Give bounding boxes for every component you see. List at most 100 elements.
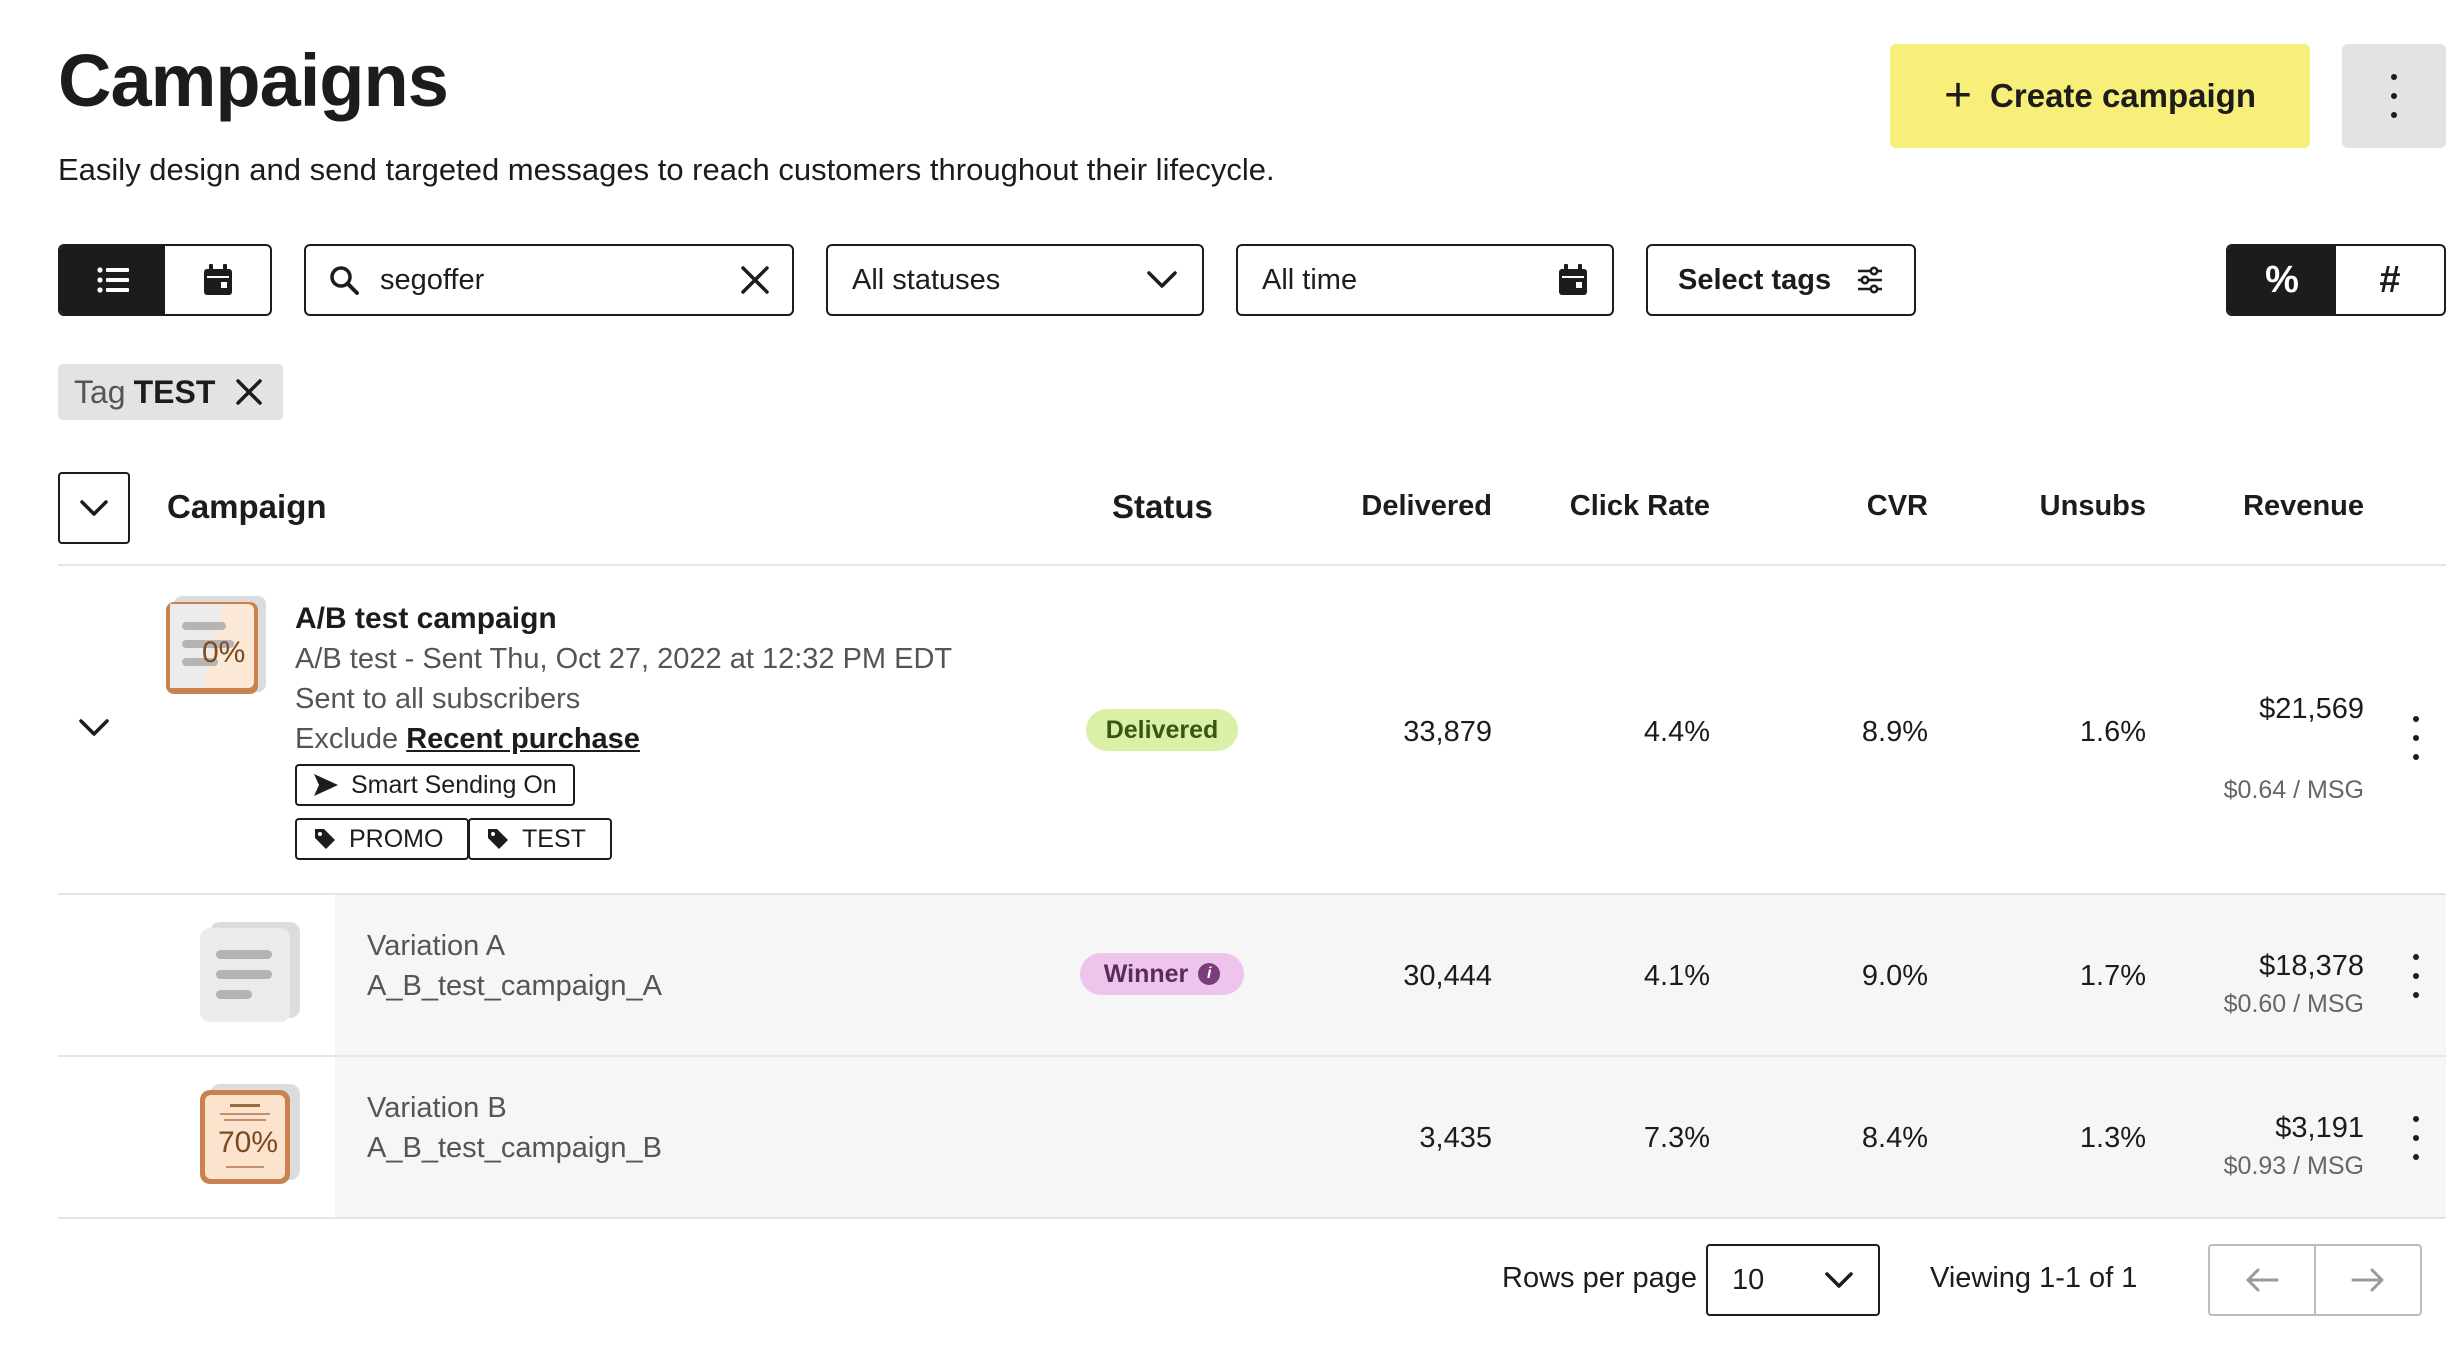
variation-b-thumbnail: 70% <box>196 1080 306 1190</box>
click-rate-value: 7.3% <box>1643 1122 1710 1154</box>
metric-toggle: % # <box>2226 244 2446 316</box>
campaign-audience: Sent to all subscribers <box>295 683 581 715</box>
page-title: Campaigns <box>58 39 449 122</box>
smart-sending-label: Smart Sending On <box>351 770 557 799</box>
tag-icon <box>315 829 335 849</box>
column-header-delivered[interactable]: Delivered <box>1300 490 1492 523</box>
status-filter-value: All statuses <box>852 263 1001 296</box>
delivered-value: 30,444 <box>1403 960 1492 992</box>
chevron-down-icon <box>1825 1272 1853 1288</box>
header-divider <box>58 564 2446 566</box>
campaign-exclude: Exclude Recent purchase <box>295 723 640 756</box>
variation-subject: A_B_test_campaign_A <box>367 970 663 1002</box>
status-filter-select[interactable]: All statuses <box>826 244 1204 316</box>
chevron-down-icon <box>80 500 108 516</box>
page-subtitle: Easily design and send targeted messages… <box>58 152 1275 187</box>
select-tags-label: Select tags <box>1678 263 1832 296</box>
more-options-button[interactable] <box>2342 44 2446 148</box>
remove-tag-icon[interactable] <box>235 378 263 406</box>
status-badge: Delivered <box>1086 709 1238 751</box>
unsubs-value: 1.3% <box>2079 1122 2146 1154</box>
tag-icon <box>488 829 508 849</box>
campaign-sent-info: A/B test - Sent Thu, Oct 27, 2022 at 12:… <box>295 643 953 675</box>
create-campaign-label: Create campaign <box>1990 77 2256 114</box>
clear-search-icon[interactable] <box>740 265 770 295</box>
column-header-campaign[interactable]: Campaign <box>167 488 327 526</box>
arrow-right-icon <box>2351 1268 2384 1292</box>
list-icon <box>96 267 129 293</box>
list-view-button[interactable] <box>60 246 165 314</box>
pagination-summary: Viewing 1-1 of 1 <box>1930 1262 2138 1294</box>
tag-filter-key: Tag <box>74 373 126 410</box>
arrow-left-icon <box>2246 1268 2279 1292</box>
view-toggle <box>58 244 272 316</box>
winner-badge: Winner i <box>1080 953 1244 995</box>
row-divider <box>58 1217 2446 1219</box>
smart-sending-pill: Smart Sending On <box>295 764 575 806</box>
winner-label: Winner <box>1103 959 1189 988</box>
search-icon <box>330 266 359 295</box>
calendar-icon <box>203 264 232 295</box>
row-actions-button[interactable] <box>2406 716 2426 760</box>
send-icon <box>314 774 338 796</box>
unsubs-value: 1.6% <box>2079 716 2146 748</box>
variation-subject: A_B_test_campaign_B <box>367 1132 663 1164</box>
delivered-value: 33,879 <box>1403 716 1492 748</box>
calendar-icon <box>1559 264 1587 295</box>
revenue-per-message: $0.60 / MSG <box>2223 990 2364 1018</box>
calendar-view-button[interactable] <box>165 246 270 314</box>
exclude-label: Exclude <box>295 723 399 755</box>
revenue-per-message: $0.93 / MSG <box>2223 1152 2364 1180</box>
search-input[interactable]: segoffer <box>380 264 740 297</box>
revenue-value: $18,378 <box>2259 950 2364 982</box>
exclude-segment-link[interactable]: Recent purchase <box>406 723 640 755</box>
expand-all-button[interactable] <box>58 472 130 544</box>
vertical-dots-icon <box>2384 74 2404 118</box>
date-range-value: All time <box>1262 263 1358 296</box>
chevron-down-icon <box>1147 271 1177 288</box>
tag-pill-promo[interactable]: PROMO <box>295 818 470 860</box>
campaign-name-link[interactable]: A/B test campaign <box>295 602 557 636</box>
revenue-value: $3,191 <box>2275 1112 2364 1144</box>
cvr-value: 8.4% <box>1861 1122 1928 1154</box>
variation-actions-button[interactable] <box>2406 1116 2426 1160</box>
count-toggle-button[interactable]: # <box>2336 246 2444 314</box>
column-header-revenue[interactable]: Revenue <box>2172 490 2364 523</box>
pagination-controls <box>2208 1244 2422 1316</box>
select-tags-button[interactable]: Select tags <box>1646 244 1916 316</box>
tag-pill-label: TEST <box>522 824 586 853</box>
variation-a-thumbnail <box>196 918 306 1028</box>
collapse-row-button[interactable] <box>78 718 110 743</box>
column-header-status[interactable]: Status <box>1112 488 1213 526</box>
thumbnail-offer-text: 70% <box>218 1126 279 1159</box>
previous-page-button[interactable] <box>2210 1246 2316 1314</box>
rows-per-page-value: 10 <box>1732 1263 1765 1296</box>
revenue-per-message: $0.64 / MSG <box>2223 776 2364 804</box>
variation-name: Variation A <box>367 930 506 962</box>
thumbnail-offer-text: 0% <box>202 636 246 669</box>
percent-toggle-button[interactable]: % <box>2228 246 2336 314</box>
cvr-value: 9.0% <box>1861 960 1928 992</box>
cvr-value: 8.9% <box>1861 716 1928 748</box>
chevron-down-icon <box>79 719 109 736</box>
sliders-icon <box>1858 266 1882 294</box>
variation-name: Variation B <box>367 1092 507 1124</box>
click-rate-value: 4.4% <box>1643 716 1710 748</box>
plus-icon: + <box>1944 69 1973 122</box>
unsubs-value: 1.7% <box>2079 960 2146 992</box>
next-page-button[interactable] <box>2316 1246 2420 1314</box>
info-icon[interactable]: i <box>1198 963 1221 985</box>
search-field[interactable]: segoffer <box>304 244 794 316</box>
create-campaign-button[interactable]: + Create campaign <box>1890 44 2310 148</box>
tag-pill-test[interactable]: TEST <box>468 818 612 860</box>
active-tag-filter: Tag TEST <box>58 364 284 420</box>
rows-per-page-select[interactable]: 10 <box>1706 1244 1880 1316</box>
delivered-value: 3,435 <box>1419 1122 1492 1154</box>
column-header-cvr[interactable]: CVR <box>1736 490 1928 523</box>
variation-actions-button[interactable] <box>2406 954 2426 998</box>
tag-filter-value: TEST <box>133 373 216 410</box>
campaign-thumbnail: 0% <box>164 594 272 698</box>
column-header-click-rate[interactable]: Click Rate <box>1518 490 1710 523</box>
date-range-filter[interactable]: All time <box>1236 244 1614 316</box>
column-header-unsubs[interactable]: Unsubs <box>1954 490 2146 523</box>
